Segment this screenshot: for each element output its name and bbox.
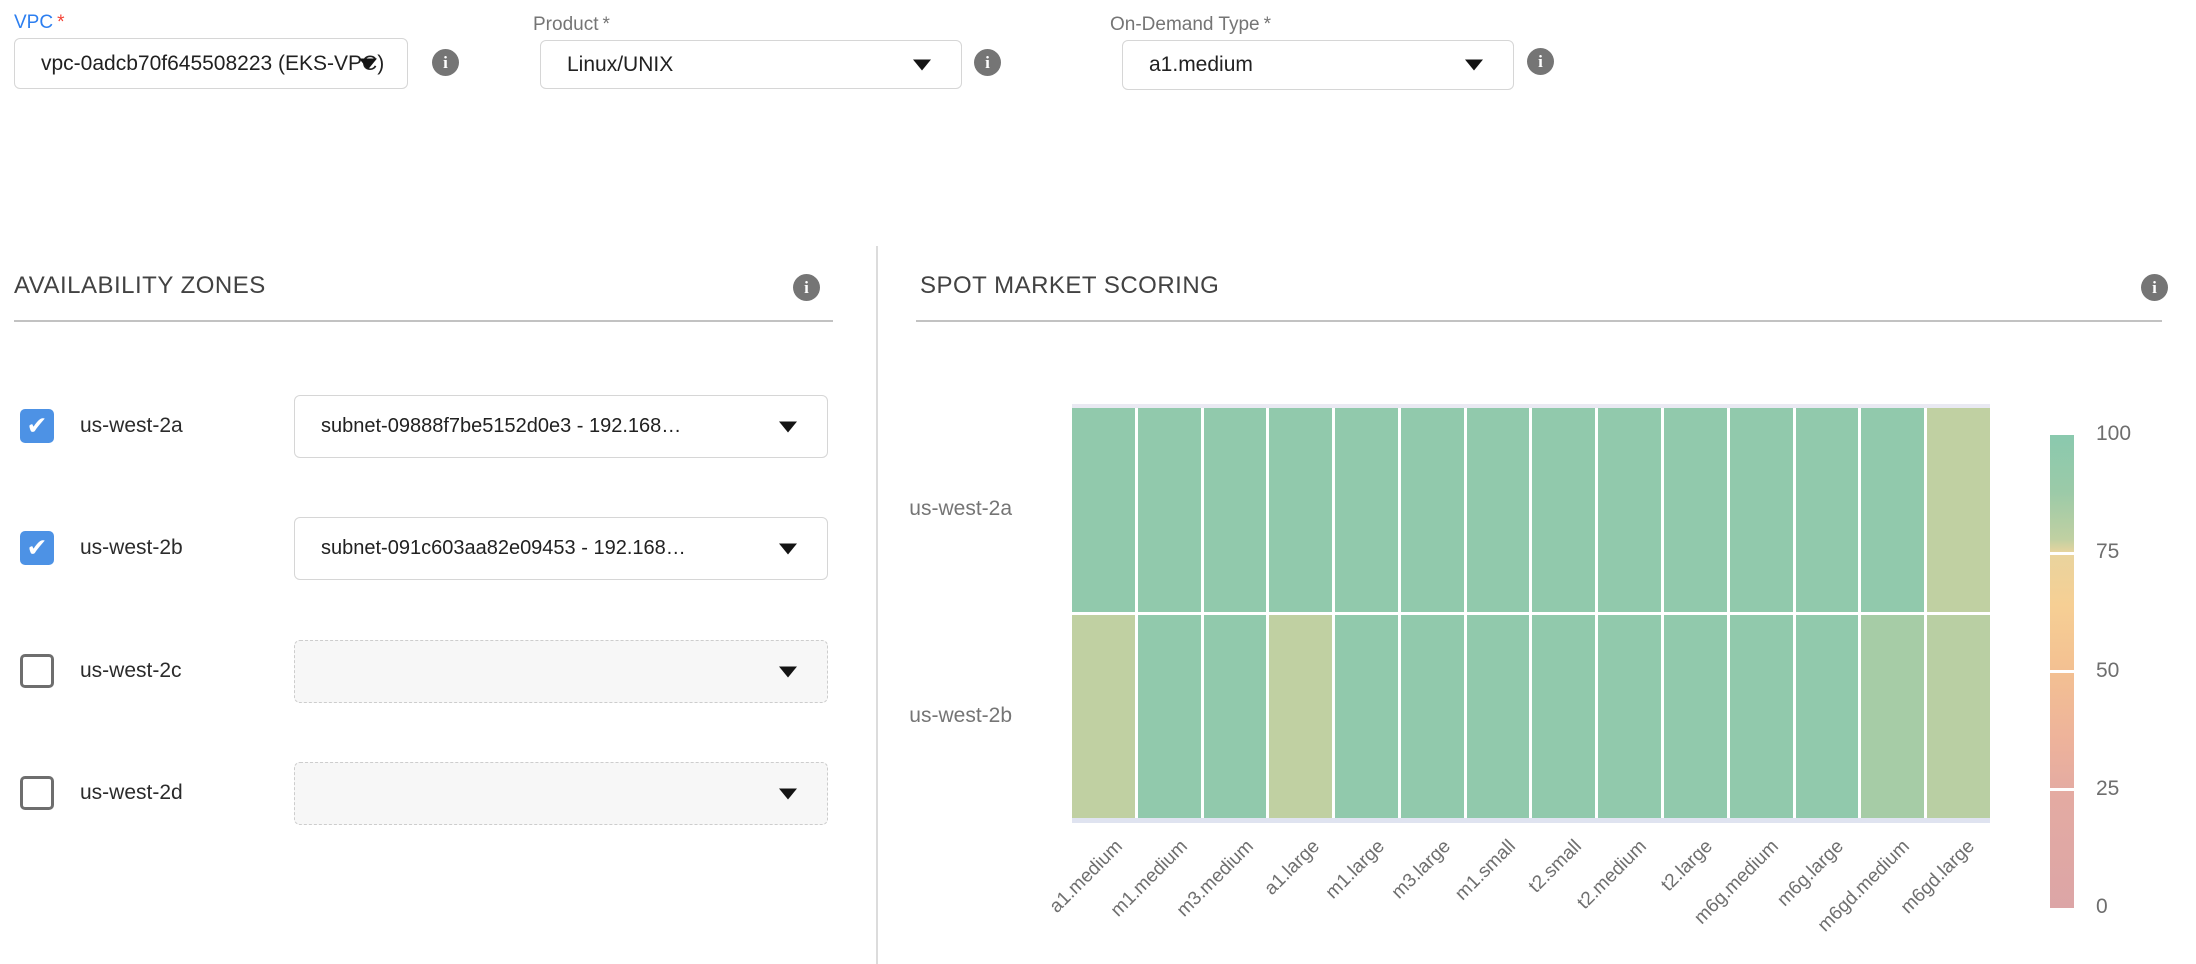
subnet-select-us-west-2a[interactable]: subnet-09888f7be5152d0e3 - 192.168…	[294, 395, 828, 458]
heatmap-col-label-a1.large: a1.large	[1260, 836, 1324, 900]
product-label: Product*	[533, 14, 610, 36]
heatmap-cell-us-west-2b-m6g.medium	[1730, 615, 1793, 819]
heatmap-cell-us-west-2a-m3.large	[1401, 408, 1464, 612]
spot-market-scoring-title: SPOT MARKET SCORING	[920, 272, 1219, 300]
colorbar-tick-label-75: 75	[2096, 540, 2119, 564]
subnet-select-value: subnet-09888f7be5152d0e3 - 192.168…	[321, 415, 681, 438]
heatmap-col-label-t2.large: t2.large	[1657, 836, 1717, 896]
heatmap-row-label-us-west-2b: us-west-2b	[862, 704, 1012, 728]
heatmap-cell-us-west-2b-t2.medium	[1598, 615, 1661, 819]
heatmap-cell-us-west-2a-m6gd.medium	[1861, 408, 1924, 612]
az-zone-label-us-west-2b: us-west-2b	[80, 536, 183, 560]
heatmap-cell-us-west-2a-m3.medium	[1204, 408, 1267, 612]
colorbar-tick-label-100: 100	[2096, 422, 2131, 446]
vpc-info-icon[interactable]: i	[432, 49, 459, 76]
heatmap-cell-us-west-2b-m6g.large	[1796, 615, 1859, 819]
subnet-select-us-west-2d[interactable]	[294, 762, 828, 825]
colorbar-tick-label-25: 25	[2096, 777, 2119, 801]
heatmap-cell-us-west-2a-t2.small	[1532, 408, 1595, 612]
required-asterisk: *	[602, 14, 609, 35]
heatmap-cell-us-west-2b-m3.medium	[1204, 615, 1267, 819]
availability-zones-divider	[14, 320, 833, 322]
heatmap-cell-us-west-2a-m6g.large	[1796, 408, 1859, 612]
az-zone-label-us-west-2a: us-west-2a	[80, 414, 183, 438]
heatmap-cell-us-west-2b-m3.large	[1401, 615, 1464, 819]
dropdown-arrow-icon	[779, 421, 797, 432]
az-checkbox-us-west-2d[interactable]	[20, 776, 54, 810]
heatmap-cell-us-west-2a-m6g.medium	[1730, 408, 1793, 612]
heatmap-col-label-t2.medium: t2.medium	[1574, 836, 1652, 914]
heatmap-cell-us-west-2a-m1.large	[1335, 408, 1398, 612]
section-vertical-divider	[876, 246, 878, 964]
spot-market-scoring-divider	[916, 320, 2162, 322]
heatmap-cell-us-west-2b-m6gd.large	[1927, 615, 1990, 819]
heatmap-cell-us-west-2a-m1.small	[1467, 408, 1530, 612]
dropdown-arrow-icon	[779, 543, 797, 554]
on-demand-type-select[interactable]: a1.medium	[1122, 40, 1514, 90]
az-checkbox-us-west-2c[interactable]	[20, 654, 54, 688]
vpc-select-value: vpc-0adcb70f645508223 (EKS-VPC)	[41, 52, 384, 76]
heatmap-cell-us-west-2b-t2.large	[1664, 615, 1727, 819]
heatmap-row-label-us-west-2a: us-west-2a	[862, 497, 1012, 521]
subnet-select-value: subnet-091c603aa82e09453 - 192.168…	[321, 537, 686, 560]
subnet-select-us-west-2b[interactable]: subnet-091c603aa82e09453 - 192.168…	[294, 517, 828, 580]
vpc-select[interactable]: vpc-0adcb70f645508223 (EKS-VPC)	[14, 38, 408, 89]
required-asterisk: *	[57, 12, 64, 33]
az-zone-label-us-west-2c: us-west-2c	[80, 659, 182, 683]
on-demand-type-select-value: a1.medium	[1149, 53, 1253, 77]
az-checkbox-us-west-2b[interactable]: ✔	[20, 531, 54, 565]
on-demand-type-info-icon[interactable]: i	[1527, 48, 1554, 75]
checkmark-icon: ✔	[27, 536, 48, 561]
availability-zones-info-icon[interactable]: i	[793, 274, 820, 301]
dropdown-arrow-icon	[913, 59, 931, 70]
az-zone-label-us-west-2d: us-west-2d	[80, 781, 183, 805]
checkmark-icon: ✔	[27, 414, 48, 439]
heatmap-col-label-m1.small: m1.small	[1451, 836, 1520, 905]
availability-zones-title: AVAILABILITY ZONES	[14, 272, 266, 300]
heatmap-col-label-m3.large: m3.large	[1387, 836, 1455, 904]
heatmap-cell-us-west-2b-a1.medium	[1072, 615, 1135, 819]
heatmap-col-label-t2.small: t2.small	[1524, 836, 1586, 898]
heatmap-cell-us-west-2a-m1.medium	[1138, 408, 1201, 612]
heatmap-cell-us-west-2b-m1.large	[1335, 615, 1398, 819]
heatmap-cell-us-west-2a-m6gd.large	[1927, 408, 1990, 612]
heatmap-cell-us-west-2b-m1.medium	[1138, 615, 1201, 819]
heatmap	[1072, 408, 1990, 818]
spot-market-scoring-info-icon[interactable]: i	[2141, 274, 2168, 301]
dropdown-arrow-icon	[1465, 60, 1483, 71]
heatmap-bottom-border	[1072, 818, 1990, 823]
dropdown-arrow-icon	[779, 788, 797, 799]
product-select[interactable]: Linux/UNIX	[540, 40, 962, 89]
az-checkbox-us-west-2a[interactable]: ✔	[20, 409, 54, 443]
heatmap-cell-us-west-2b-a1.large	[1269, 615, 1332, 819]
heatmap-col-label-m1.large: m1.large	[1322, 836, 1390, 904]
heatmap-cell-us-west-2b-m1.small	[1467, 615, 1530, 819]
colorbar-tick-label-0: 0	[2096, 895, 2108, 919]
dropdown-arrow-icon	[359, 58, 377, 69]
colorbar-tick-line-50	[2050, 670, 2074, 673]
heatmap-cell-us-west-2a-t2.medium	[1598, 408, 1661, 612]
vpc-label: VPC*	[14, 12, 64, 34]
heatmap-colorbar	[2050, 435, 2074, 908]
dropdown-arrow-icon	[779, 666, 797, 677]
colorbar-tick-label-50: 50	[2096, 659, 2119, 683]
heatmap-cell-us-west-2a-a1.medium	[1072, 408, 1135, 612]
on-demand-type-label: On-Demand Type*	[1110, 14, 1271, 36]
product-select-value: Linux/UNIX	[567, 53, 673, 77]
heatmap-cell-us-west-2a-a1.large	[1269, 408, 1332, 612]
required-asterisk: *	[1264, 14, 1271, 35]
subnet-select-us-west-2c[interactable]	[294, 640, 828, 703]
product-info-icon[interactable]: i	[974, 49, 1001, 76]
heatmap-cell-us-west-2b-t2.small	[1532, 615, 1595, 819]
heatmap-cell-us-west-2a-t2.large	[1664, 408, 1727, 612]
colorbar-tick-line-25	[2050, 788, 2074, 791]
heatmap-cell-us-west-2b-m6gd.medium	[1861, 615, 1924, 819]
colorbar-tick-line-75	[2050, 552, 2074, 555]
